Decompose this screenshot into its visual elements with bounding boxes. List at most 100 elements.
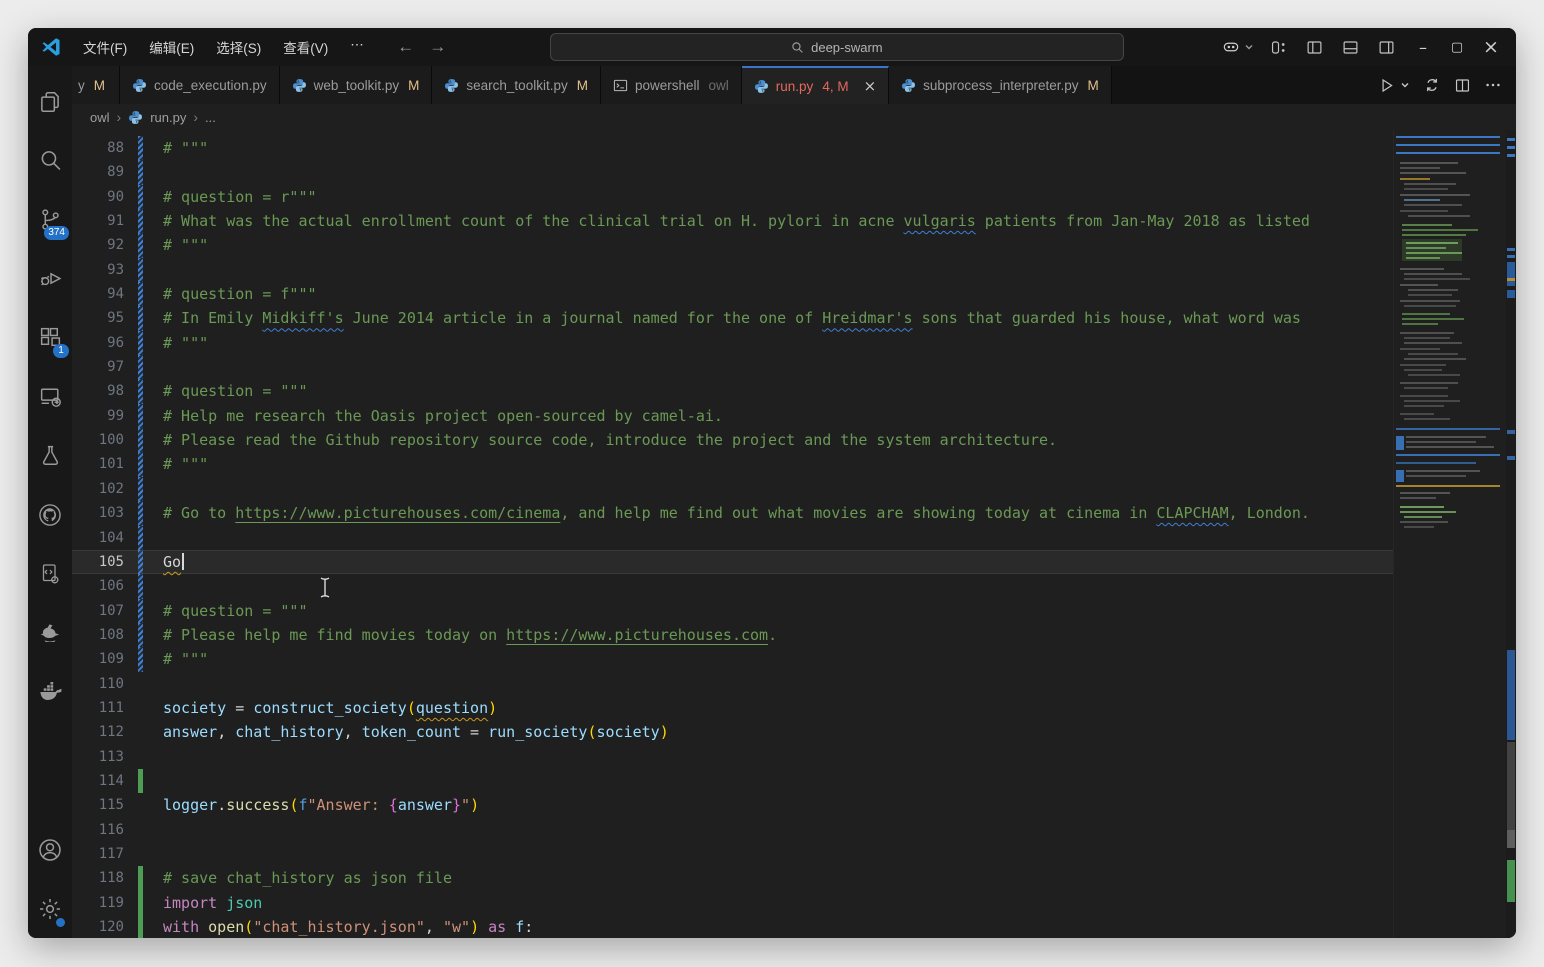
open-changes-icon[interactable]	[1423, 76, 1441, 94]
code-line-105[interactable]: 105Go	[72, 550, 1394, 574]
python-file-icon	[292, 78, 307, 93]
line-number: 100	[72, 428, 138, 452]
code-line-119[interactable]: 119import json	[72, 891, 1394, 915]
tab-search_toolkit.py[interactable]: search_toolkit.pyM	[432, 66, 601, 104]
settings-icon[interactable]	[28, 879, 72, 938]
menu-item-1[interactable]: 编辑(E)	[140, 33, 203, 61]
more-actions-icon[interactable]	[1484, 76, 1502, 94]
code-line-103[interactable]: 103# Go to https://www.picturehouses.com…	[72, 501, 1394, 525]
code-line-97[interactable]: 97	[72, 355, 1394, 379]
run-button-icon[interactable]	[1378, 77, 1395, 94]
tab-run.py[interactable]: run.py4, M×	[742, 66, 889, 104]
testing-icon[interactable]	[28, 426, 72, 485]
line-number: 98	[72, 379, 138, 403]
minimize-button[interactable]: –	[1406, 32, 1440, 62]
line-number: 115	[72, 793, 138, 817]
close-button[interactable]: ×	[1474, 32, 1508, 62]
tab-web_toolkit.py[interactable]: web_toolkit.pyM	[280, 66, 433, 104]
explorer-icon[interactable]	[28, 72, 72, 131]
overview-ruler[interactable]	[1506, 130, 1516, 938]
code-line-102[interactable]: 102	[72, 477, 1394, 501]
remote-explorer-icon[interactable]	[28, 367, 72, 426]
code-runner-icon[interactable]	[28, 544, 72, 603]
code-line-93[interactable]: 93	[72, 258, 1394, 282]
minimap[interactable]	[1393, 130, 1506, 938]
line-text: # Please help me find movies today on ht…	[163, 623, 777, 647]
git-mod-indicator	[138, 477, 143, 501]
code-line-98[interactable]: 98# question = """	[72, 379, 1394, 403]
back-arrow-icon[interactable]: ←	[395, 37, 417, 57]
code-line-111[interactable]: 111society = construct_society(question)	[72, 696, 1394, 720]
accounts-icon[interactable]	[28, 820, 72, 879]
code-line-118[interactable]: 118# save chat_history as json file	[72, 866, 1394, 890]
copilot-menu[interactable]	[1221, 37, 1254, 57]
ai-lamp-icon[interactable]	[28, 603, 72, 662]
breadcrumb-item-1[interactable]: run.py	[150, 110, 186, 125]
docker-icon[interactable]	[28, 662, 72, 721]
toggle-panel-icon[interactable]	[1336, 34, 1364, 60]
line-number: 93	[72, 258, 138, 282]
git-mod-indicator	[138, 233, 143, 257]
menu-item-3[interactable]: 查看(V)	[274, 33, 337, 61]
code-line-116[interactable]: 116	[72, 818, 1394, 842]
tab-powershell[interactable]: powershellowl	[601, 66, 742, 104]
code-line-91[interactable]: 91# What was the actual enrollment count…	[72, 209, 1394, 233]
tab-label: y	[78, 78, 85, 93]
source-control-icon[interactable]: 374	[28, 190, 72, 249]
code-line-99[interactable]: 99# Help me research the Oasis project o…	[72, 404, 1394, 428]
breadcrumb-item-0[interactable]: owl	[90, 110, 110, 125]
menu-item-0[interactable]: 文件(F)	[74, 33, 136, 61]
menu-item-2[interactable]: 选择(S)	[207, 33, 270, 61]
tab-y[interactable]: yM	[72, 66, 120, 104]
command-center-search[interactable]: deep-swarm	[550, 33, 1124, 61]
toggle-secondary-sidebar-icon[interactable]	[1372, 34, 1400, 60]
customize-layout-icon[interactable]	[1264, 34, 1292, 60]
code-line-110[interactable]: 110	[72, 672, 1394, 696]
run-debug-icon[interactable]	[28, 249, 72, 308]
code-line-108[interactable]: 108# Please help me find movies today on…	[72, 623, 1394, 647]
run-dropdown-icon[interactable]	[1400, 80, 1410, 90]
line-text: # What was the actual enrollment count o…	[163, 209, 1310, 233]
code-line-101[interactable]: 101# """	[72, 452, 1394, 476]
tab-problems-modified-badge: 4, M	[822, 79, 848, 94]
code-editor[interactable]: 88# """8990# question = r"""91# What was…	[72, 130, 1516, 938]
settings-badge-dot	[56, 918, 65, 927]
code-line-94[interactable]: 94# question = f"""	[72, 282, 1394, 306]
tab-subprocess_interpreter.py[interactable]: subprocess_interpreter.pyM	[889, 66, 1112, 104]
maximize-button[interactable]: ▢	[1440, 32, 1474, 62]
code-line-100[interactable]: 100# Please read the Github repository s…	[72, 428, 1394, 452]
code-line-107[interactable]: 107# question = """	[72, 599, 1394, 623]
forward-arrow-icon[interactable]: →	[427, 37, 449, 57]
breadcrumb-item-2[interactable]: ...	[205, 110, 216, 125]
code-line-112[interactable]: 112answer, chat_history, token_count = r…	[72, 720, 1394, 744]
code-line-90[interactable]: 90# question = r"""	[72, 185, 1394, 209]
activity-bar: 374 1	[28, 66, 72, 938]
line-number: 95	[72, 306, 138, 330]
line-number: 90	[72, 185, 138, 209]
tab-code_execution.py[interactable]: code_execution.py	[120, 66, 280, 104]
code-line-113[interactable]: 113	[72, 745, 1394, 769]
code-line-95[interactable]: 95# In Emily Midkiff's June 2014 article…	[72, 306, 1394, 330]
github-icon[interactable]	[28, 485, 72, 544]
title-bar: 文件(F)编辑(E)选择(S)查看(V)⋯ ← → deep-swarm – ▢…	[28, 28, 1516, 66]
code-line-88[interactable]: 88# """	[72, 136, 1394, 160]
code-line-114[interactable]: 114	[72, 769, 1394, 793]
line-number: 96	[72, 331, 138, 355]
toggle-primary-sidebar-icon[interactable]	[1300, 34, 1328, 60]
code-line-92[interactable]: 92# """	[72, 233, 1394, 257]
code-line-89[interactable]: 89	[72, 160, 1394, 184]
code-line-109[interactable]: 109# """	[72, 647, 1394, 671]
git-mod-indicator	[138, 136, 143, 160]
search-icon[interactable]	[28, 131, 72, 190]
menu-item-4[interactable]: ⋯	[341, 33, 373, 61]
code-line-117[interactable]: 117	[72, 842, 1394, 866]
code-line-120[interactable]: 120with open("chat_history.json", "w") a…	[72, 915, 1394, 938]
code-line-106[interactable]: 106	[72, 574, 1394, 598]
split-editor-icon[interactable]	[1454, 77, 1471, 94]
tab-close-icon[interactable]: ×	[864, 77, 877, 95]
code-line-115[interactable]: 115logger.success(f"Answer: {answer}")	[72, 793, 1394, 817]
extensions-icon[interactable]: 1	[28, 308, 72, 367]
git-mod-indicator	[138, 501, 143, 525]
code-line-96[interactable]: 96# """	[72, 331, 1394, 355]
code-line-104[interactable]: 104	[72, 526, 1394, 550]
